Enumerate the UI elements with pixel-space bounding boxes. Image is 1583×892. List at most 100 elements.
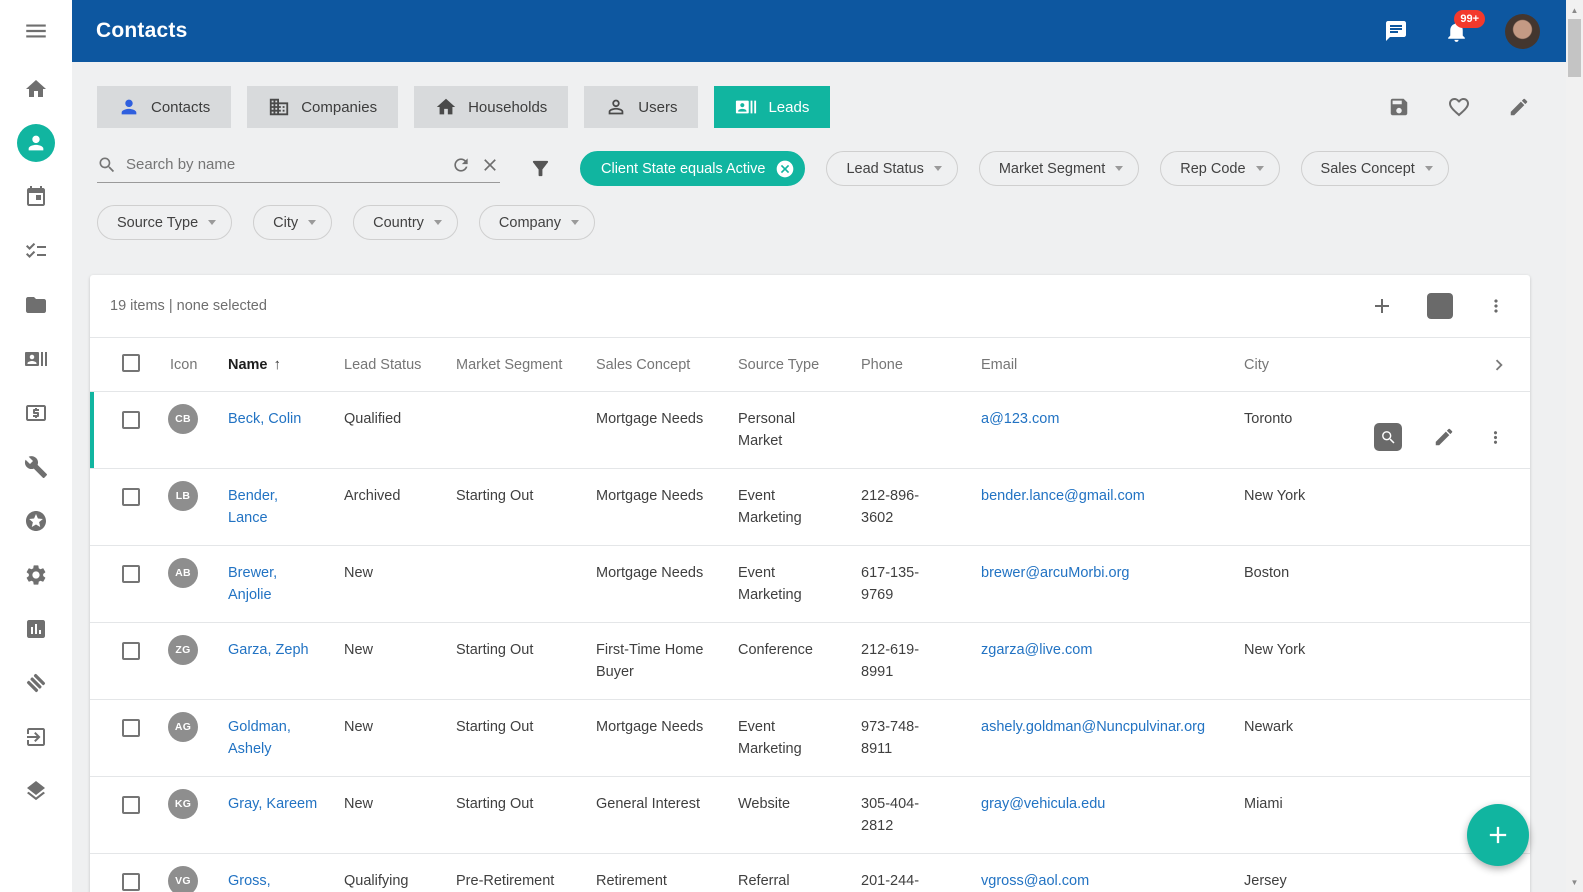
col-name[interactable]: Name↑	[228, 356, 344, 373]
sidebar-item-reports[interactable]	[0, 602, 72, 656]
row-checkbox[interactable]	[122, 873, 140, 891]
col-market-segment[interactable]: Market Segment	[456, 357, 596, 373]
scroll-down-icon[interactable]: ▼	[1566, 874, 1583, 890]
menu-icon[interactable]	[0, 0, 72, 62]
chip-source-type[interactable]: Source Type	[97, 205, 232, 240]
chat-button[interactable]	[1384, 19, 1408, 43]
avatar: AG	[168, 712, 198, 742]
market-segment-cell: Starting Out	[456, 777, 596, 853]
scroll-up-icon[interactable]: ▲	[1566, 2, 1583, 18]
row-checkbox[interactable]	[122, 411, 140, 429]
tab-households[interactable]: Households	[414, 86, 568, 128]
sidebar-item-home[interactable]	[0, 62, 72, 116]
source-type-cell: Personal Market	[738, 392, 861, 468]
tab-leads[interactable]: Leads	[714, 86, 830, 128]
edit-row-button[interactable]	[1433, 426, 1455, 448]
vertical-scrollbar[interactable]: ▲ ▼	[1566, 0, 1583, 892]
refresh-button[interactable]	[451, 155, 471, 175]
market-segment-cell: Starting Out	[456, 469, 596, 545]
sidebar-item-settings[interactable]	[0, 548, 72, 602]
edit-view-button[interactable]	[1508, 96, 1530, 118]
table-row[interactable]: VG Gross, Qualifying Pre-Retirement Reti…	[90, 854, 1530, 892]
contact-name-link[interactable]: Goldman, Ashely	[228, 700, 344, 776]
contact-name-link[interactable]: Gray, Kareem	[228, 777, 344, 853]
chart-view-button[interactable]	[1427, 293, 1453, 319]
row-checkbox[interactable]	[122, 719, 140, 737]
sidebar-item-leads[interactable]	[0, 332, 72, 386]
email-link[interactable]: gray@vehicula.edu	[981, 777, 1244, 853]
table-menu-button[interactable]	[1486, 296, 1506, 316]
table-row[interactable]: KG Gray, Kareem New Starting Out General…	[90, 777, 1530, 854]
row-checkbox[interactable]	[122, 642, 140, 660]
sidebar-item-layers[interactable]	[0, 764, 72, 818]
row-checkbox[interactable]	[122, 488, 140, 506]
tab-users[interactable]: Users	[584, 86, 698, 128]
lead-status-cell: Archived	[344, 469, 456, 545]
table-row[interactable]: AB Brewer, Anjolie New Mortgage Needs Ev…	[90, 546, 1530, 623]
chip-city[interactable]: City	[253, 205, 332, 240]
sidebar-item-billing[interactable]	[0, 386, 72, 440]
contact-name-link[interactable]: Brewer, Anjolie	[228, 546, 344, 622]
email-link[interactable]: zgarza@live.com	[981, 623, 1244, 699]
add-column-button[interactable]	[1370, 294, 1394, 318]
row-checkbox[interactable]	[122, 565, 140, 583]
email-link[interactable]: a@123.com	[981, 392, 1244, 468]
sidebar-item-tasks[interactable]	[0, 224, 72, 278]
row-checkbox[interactable]	[122, 796, 140, 814]
star-circle-icon	[24, 509, 48, 533]
contact-name-link[interactable]: Gross,	[228, 854, 344, 892]
chip-rep-code[interactable]: Rep Code	[1160, 151, 1279, 186]
person-icon	[25, 132, 47, 154]
chip-sales-concept[interactable]: Sales Concept	[1301, 151, 1449, 186]
sidebar-item-exit[interactable]	[0, 710, 72, 764]
scrollbar-thumb[interactable]	[1568, 19, 1581, 77]
save-view-button[interactable]	[1388, 96, 1410, 118]
lead-status-cell: New	[344, 546, 456, 622]
sidebar-item-documents[interactable]	[0, 278, 72, 332]
col-icon[interactable]: Icon	[154, 357, 228, 373]
sidebar-item-tools[interactable]	[0, 440, 72, 494]
table-row[interactable]: CB Beck, Colin Qualified Mortgage Needs …	[90, 392, 1530, 469]
col-source-type[interactable]: Source Type	[738, 357, 861, 373]
email-link[interactable]: brewer@arcuMorbi.org	[981, 546, 1244, 622]
clear-search-button[interactable]	[480, 155, 500, 175]
tab-companies[interactable]: Companies	[247, 86, 398, 128]
city-cell: Jersey	[1244, 854, 1374, 892]
email-link[interactable]: vgross@aol.com	[981, 854, 1244, 892]
chip-lead-status[interactable]: Lead Status	[826, 151, 957, 186]
preview-button[interactable]	[1374, 423, 1402, 451]
tab-contacts[interactable]: Contacts	[97, 86, 231, 128]
email-link[interactable]: ashely.goldman@Nuncpulvinar.org	[981, 700, 1244, 776]
search-input[interactable]	[126, 156, 442, 173]
col-email[interactable]: Email	[981, 357, 1244, 373]
table-row[interactable]: AG Goldman, Ashely New Starting Out Mort…	[90, 700, 1530, 777]
col-city[interactable]: City	[1244, 357, 1374, 373]
chip-company[interactable]: Company	[479, 205, 595, 240]
col-sales-concept[interactable]: Sales Concept	[596, 357, 738, 373]
email-link[interactable]: bender.lance@gmail.com	[981, 469, 1244, 545]
add-contact-fab[interactable]	[1467, 804, 1529, 866]
active-filter-chip[interactable]: Client State equals Active	[580, 151, 805, 186]
sidebar-item-calendar[interactable]	[0, 170, 72, 224]
contact-name-link[interactable]: Beck, Colin	[228, 392, 344, 468]
sidebar-item-handshake[interactable]	[0, 656, 72, 710]
plus-icon	[1370, 294, 1394, 318]
chip-market-segment[interactable]: Market Segment	[979, 151, 1139, 186]
user-avatar[interactable]	[1505, 14, 1540, 49]
filter-button[interactable]	[529, 157, 552, 180]
more-columns-button[interactable]	[1488, 354, 1510, 376]
row-menu-button[interactable]	[1486, 428, 1505, 447]
contact-name-link[interactable]: Bender, Lance	[228, 469, 344, 545]
col-lead-status[interactable]: Lead Status	[344, 357, 456, 373]
chip-country[interactable]: Country	[353, 205, 458, 240]
sidebar-item-favorites[interactable]	[0, 494, 72, 548]
table-row[interactable]: ZG Garza, Zeph New Starting Out First-Ti…	[90, 623, 1530, 700]
sidebar-item-contacts[interactable]	[0, 116, 72, 170]
contact-name-link[interactable]: Garza, Zeph	[228, 623, 344, 699]
table-row[interactable]: LB Bender, Lance Archived Starting Out M…	[90, 469, 1530, 546]
select-all-checkbox[interactable]	[122, 354, 140, 372]
filter-chips-row2: Source Type City Country Company	[97, 205, 1530, 240]
notifications-button[interactable]: 99+	[1444, 19, 1469, 44]
col-phone[interactable]: Phone	[861, 357, 981, 373]
favorite-button[interactable]	[1447, 95, 1471, 119]
